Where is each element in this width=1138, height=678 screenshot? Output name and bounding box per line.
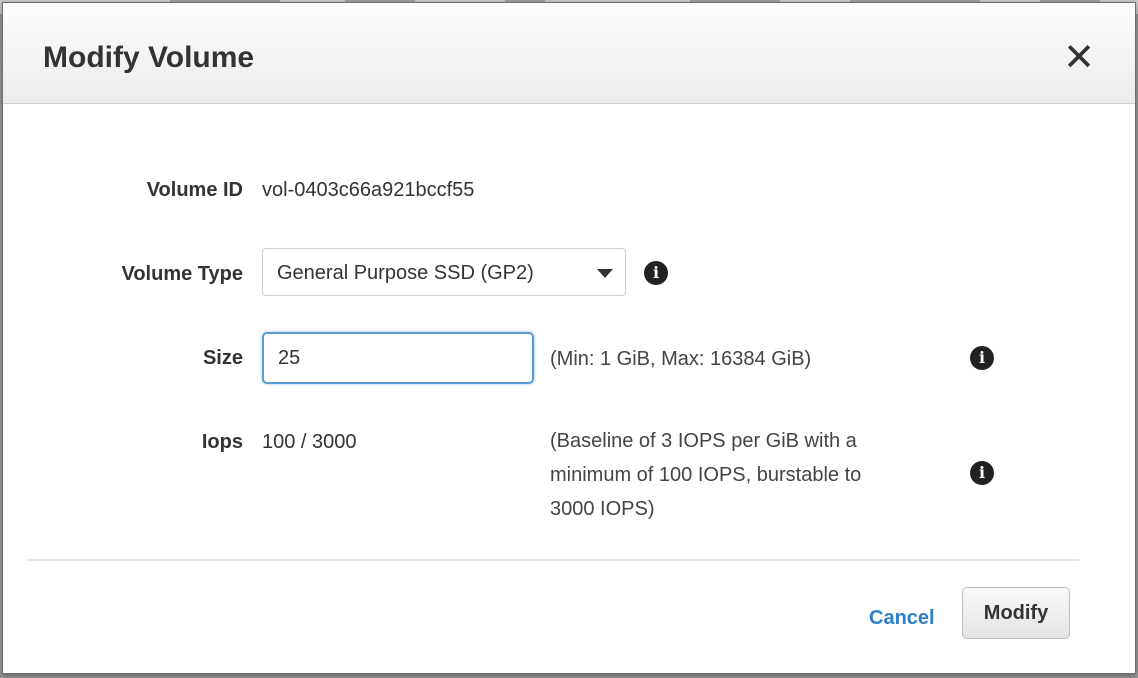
size-help-text: (Min: 1 GiB, Max: 16384 GiB) [550, 348, 812, 370]
iops-help-text: (Baseline of 3 IOPS per GiB with a minim… [550, 424, 861, 526]
modify-volume-dialog: Modify Volume ✕ Volume ID vol-0403c66a92… [2, 2, 1136, 674]
volume-id-value: vol-0403c66a921bccf55 [262, 179, 475, 201]
size-input[interactable] [262, 332, 534, 384]
dialog-header: Modify Volume ✕ [3, 3, 1135, 104]
iops-help-line: 3000 IOPS) [550, 498, 655, 520]
info-icon[interactable]: i [644, 261, 668, 285]
dialog-title: Modify Volume [43, 41, 255, 74]
iops-label: Iops [201, 431, 243, 453]
info-icon[interactable]: i [970, 346, 994, 370]
chevron-down-icon [597, 269, 613, 278]
footer-divider [27, 559, 1079, 561]
iops-help-line: (Baseline of 3 IOPS per GiB with a [550, 430, 857, 452]
iops-value: 100 / 3000 [262, 431, 357, 453]
volume-type-selected: General Purpose SSD (GP2) [277, 262, 534, 284]
volume-type-label: Volume Type [121, 263, 243, 285]
iops-help-line: minimum of 100 IOPS, burstable to [550, 464, 862, 486]
volume-type-select[interactable]: General Purpose SSD (GP2) [262, 248, 626, 296]
close-icon[interactable]: ✕ [1062, 39, 1096, 77]
volume-id-label: Volume ID [146, 179, 243, 201]
cancel-button[interactable]: Cancel [869, 607, 935, 630]
size-label: Size [202, 347, 243, 369]
modify-button[interactable]: Modify [962, 587, 1070, 639]
info-icon[interactable]: i [970, 461, 994, 485]
